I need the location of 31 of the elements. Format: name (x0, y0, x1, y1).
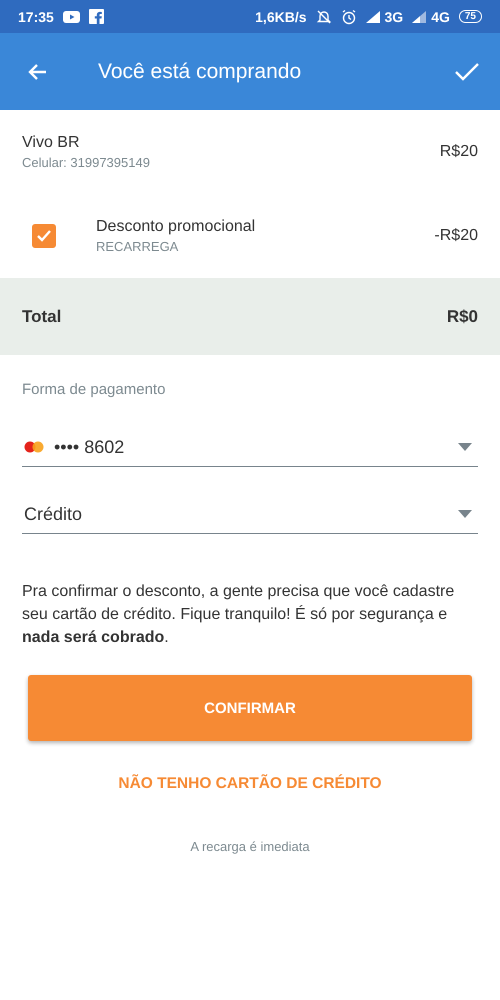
checkbox[interactable] (32, 224, 56, 248)
signal-icon (412, 10, 426, 22)
check-icon (36, 229, 52, 243)
caret-icon (458, 510, 472, 518)
item-price: -R$20 (434, 227, 478, 245)
social-icon (88, 9, 104, 24)
network-type: 3G (384, 8, 404, 24)
item-name: Vivo BR (22, 134, 81, 152)
card-dropdown[interactable]: •••• 8602 (22, 428, 478, 467)
total-value: R$0 (446, 306, 478, 326)
payment-type-dropdown[interactable]: Crédito (22, 495, 478, 534)
check-icon[interactable] (454, 60, 480, 82)
battery-level: 75 (458, 10, 482, 23)
signal-icon (366, 10, 380, 22)
total-label: Total (22, 306, 62, 326)
item-detail: Celular: 31997395149 (22, 155, 151, 170)
card-brand-icon (24, 441, 46, 453)
alarm-icon (340, 8, 356, 24)
screen-title: Você está comprando (98, 60, 302, 84)
section-heading: Forma de pagamento (22, 381, 166, 398)
item-detail: RECARREGA (96, 239, 180, 254)
network-type: 4G (431, 8, 450, 24)
footer-note: A recarga é imediata (190, 839, 310, 854)
muted-bell-icon (316, 8, 332, 24)
caret-icon (458, 443, 472, 451)
video-icon (62, 10, 80, 22)
item-name: Desconto promocional (96, 218, 256, 236)
network-speed: 1,6KB/s (255, 8, 306, 24)
status-time: 17:35 (18, 8, 54, 24)
notice-text: Pra confirmar o desconto, a gente precisa que você cadastre seu cartão de crédito. Fique tranquilo! É só por segurança e nada será cobrado. (22, 582, 456, 648)
item-price: R$20 (440, 143, 478, 161)
